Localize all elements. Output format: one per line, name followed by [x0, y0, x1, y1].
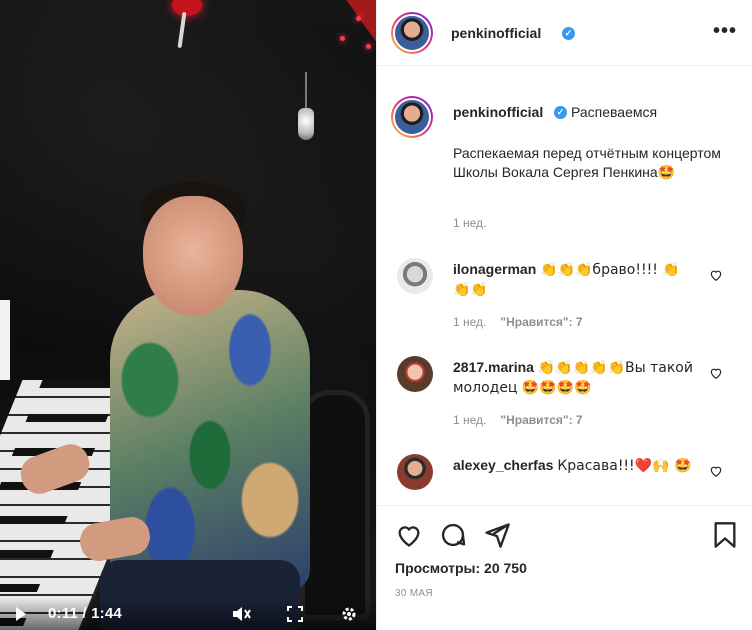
comment-username[interactable]: 2817.marina: [453, 359, 534, 375]
post-date[interactable]: 30 МАЯ: [395, 588, 433, 599]
caption-emoji: 🤩: [657, 165, 676, 181]
person-head: [143, 196, 243, 316]
comment-likes[interactable]: "Нравится": 7: [500, 413, 582, 427]
video-time: 0:11 / 1:44: [48, 605, 122, 622]
comment-meta: 1 нед. "Нравится": 7: [453, 315, 583, 329]
caption-body: Распекаемая перед отчётным концертом Шко…: [453, 145, 721, 180]
post-header: penkinofficial ✓ •••: [377, 0, 752, 66]
heart-icon[interactable]: [395, 521, 423, 549]
light-dot: [340, 36, 345, 41]
sheet-music: [0, 300, 10, 380]
comment-likes[interactable]: "Нравится": 7: [500, 315, 582, 329]
comment-text: 2817.marina 👏👏👏👏👏Вы такой молодец 🤩🤩🤩🤩: [453, 358, 697, 398]
light-bulb: [298, 108, 314, 140]
fullscreen-icon[interactable]: [284, 603, 306, 625]
more-icon[interactable]: •••: [713, 20, 737, 43]
comment-body: Красава!!!❤️🙌 🤩: [557, 458, 692, 474]
comment-time: 1 нед.: [453, 413, 487, 427]
video-controls: 0:11 / 1:44: [0, 598, 376, 630]
play-icon[interactable]: [16, 607, 26, 621]
post-panel: penkinofficial ✓ ••• penkinofficial ✓ Ра…: [376, 0, 752, 630]
caption-username[interactable]: penkinofficial: [453, 104, 543, 120]
comment-icon[interactable]: [439, 521, 467, 549]
comment-time: 1 нед.: [453, 315, 487, 329]
comment-avatar[interactable]: [397, 454, 433, 490]
bookmark-icon[interactable]: [711, 521, 739, 549]
heart-icon[interactable]: [709, 464, 723, 478]
settings-icon[interactable]: [338, 603, 360, 625]
comment-text: ilonagerman 👏👏👏браво!!!! 👏👏👏: [453, 260, 697, 300]
caption-title: Распеваемся: [571, 104, 658, 120]
heart-icon[interactable]: [709, 366, 723, 380]
comment-text: alexey_cherfas Красава!!!❤️🙌 🤩: [453, 456, 697, 476]
verified-icon: ✓: [562, 27, 575, 40]
comment-meta: 1 нед. "Нравится": 7: [453, 413, 583, 427]
comment-avatar[interactable]: [397, 258, 433, 294]
heart-icon[interactable]: [709, 268, 723, 282]
views-count[interactable]: Просмотры: 20 750: [395, 560, 527, 576]
light-dot: [366, 44, 371, 49]
avatar[interactable]: [391, 12, 433, 54]
verified-icon: ✓: [554, 106, 567, 119]
caption-text: Распекаемая перед отчётным концертом Шко…: [453, 144, 733, 183]
bulb-cord: [305, 72, 307, 110]
action-bar: Просмотры: 20 750 30 МАЯ: [377, 505, 752, 630]
share-icon[interactable]: [483, 521, 511, 549]
header-username[interactable]: penkinofficial: [451, 25, 541, 41]
chair: [300, 390, 370, 620]
video-player[interactable]: 0:11 / 1:44: [0, 0, 376, 630]
comment-username[interactable]: alexey_cherfas: [453, 457, 553, 473]
caption-time: 1 нед.: [453, 216, 487, 230]
light-dot: [356, 16, 361, 21]
comment-username[interactable]: ilonagerman: [453, 261, 536, 277]
comment-avatar[interactable]: [397, 356, 433, 392]
caption-avatar[interactable]: [391, 96, 433, 138]
mute-icon[interactable]: [230, 603, 252, 625]
